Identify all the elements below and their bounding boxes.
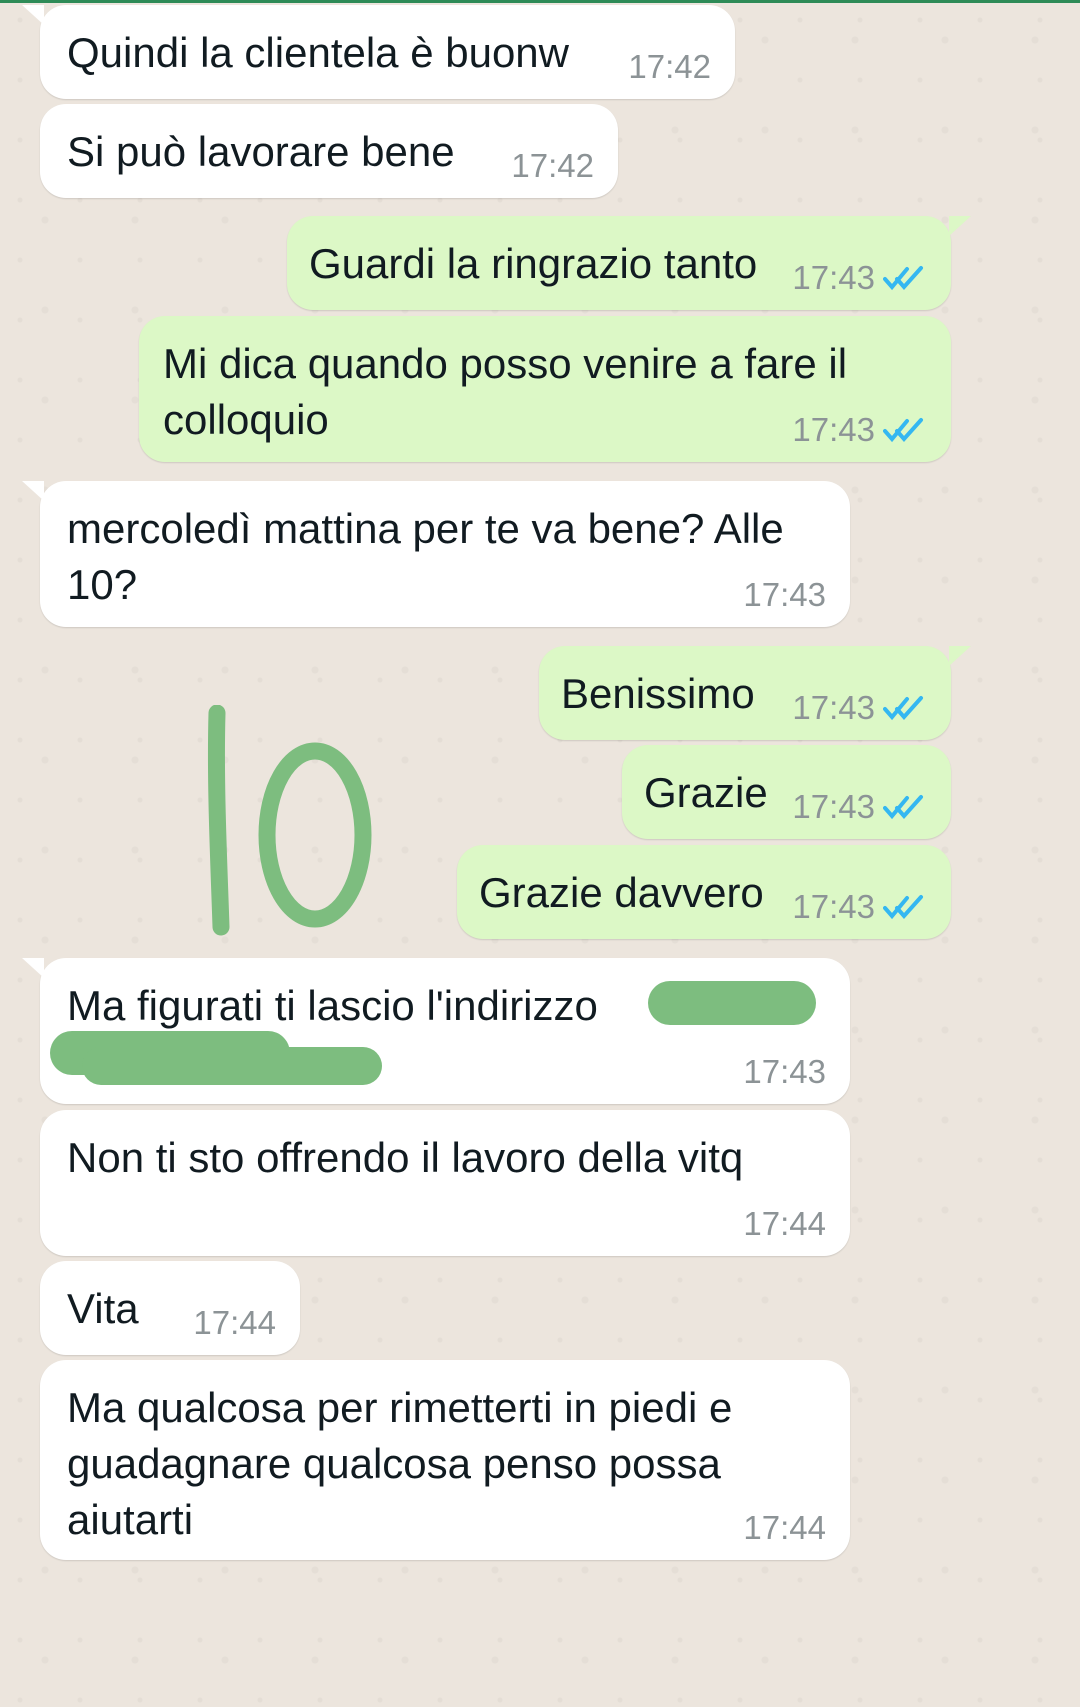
incoming-message[interactable]: Quindi la clientela è buonw 17:42	[22, 5, 735, 99]
double-check-read-icon	[883, 695, 927, 721]
double-check-read-icon	[883, 794, 927, 820]
message-text: Non ti sto offrendo il lavoro della vitq	[67, 1134, 744, 1181]
message-meta: 17:42	[628, 47, 711, 87]
message-time: 17:44	[193, 1304, 276, 1341]
message-meta: 17:44	[193, 1303, 276, 1343]
message-meta: 17:43	[792, 688, 927, 728]
double-check-read-icon	[883, 894, 927, 920]
message-text: Quindi la clientela è buonw	[67, 29, 569, 76]
message-time: 17:44	[743, 1509, 826, 1546]
outgoing-message[interactable]: Benissimo 17:43	[539, 646, 971, 740]
redaction-scribble	[648, 981, 816, 1025]
incoming-message[interactable]: Non ti sto offrendo il lavoro della vitq…	[40, 1110, 850, 1256]
incoming-message[interactable]: Si può lavorare bene 17:42	[40, 104, 618, 198]
outgoing-message[interactable]: Guardi la ringrazio tanto 17:43	[287, 216, 971, 310]
message-meta: 17:43	[743, 575, 826, 615]
message-text: Ma qualcosa per rimetterti in piedi e gu…	[67, 1384, 733, 1543]
incoming-message[interactable]: mercoledì mattina per te va bene? Alle 1…	[22, 481, 850, 627]
message-text: Mi dica quando posso venire a fare il co…	[163, 340, 848, 443]
redaction-scribble	[82, 1047, 382, 1085]
outgoing-message[interactable]: Grazie davvero 17:43	[457, 845, 951, 939]
message-time: 17:43	[792, 689, 875, 726]
message-time: 17:42	[511, 147, 594, 184]
message-time: 17:43	[792, 888, 875, 925]
message-time: 17:43	[743, 1053, 826, 1090]
message-text: Benissimo	[561, 670, 755, 717]
message-text: Grazie	[644, 769, 768, 816]
message-meta: 17:44	[743, 1508, 826, 1548]
handwritten-ten-annotation	[205, 704, 380, 940]
message-text: mercoledì mattina per te va bene? Alle 1…	[67, 505, 784, 608]
message-meta: 17:43	[792, 887, 927, 927]
top-accent-line	[0, 0, 1080, 3]
message-meta: 17:43	[792, 258, 927, 298]
message-text: Guardi la ringrazio tanto	[309, 240, 758, 287]
message-time: 17:42	[628, 48, 711, 85]
message-text: Vita	[67, 1285, 139, 1332]
message-meta: 17:43	[792, 787, 927, 827]
outgoing-message[interactable]: Mi dica quando posso venire a fare il co…	[139, 316, 951, 462]
message-meta: 17:43	[792, 410, 927, 450]
message-meta: 17:44	[743, 1204, 826, 1244]
message-time: 17:43	[792, 259, 875, 296]
message-text: Ma figurati ti lascio l'indirizzo	[67, 982, 598, 1029]
outgoing-message[interactable]: Grazie 17:43	[622, 745, 951, 839]
message-time: 17:43	[743, 576, 826, 613]
incoming-message[interactable]: Ma qualcosa per rimetterti in piedi e gu…	[40, 1360, 850, 1560]
double-check-read-icon	[883, 417, 927, 443]
message-text: Grazie davvero	[479, 869, 764, 916]
message-time: 17:43	[792, 411, 875, 448]
message-text: Si può lavorare bene	[67, 128, 455, 175]
message-meta: 17:43	[743, 1052, 826, 1092]
message-time: 17:43	[792, 788, 875, 825]
message-meta: 17:42	[511, 146, 594, 186]
incoming-message[interactable]: Vita 17:44	[40, 1261, 300, 1355]
double-check-read-icon	[883, 265, 927, 291]
message-time: 17:44	[743, 1205, 826, 1242]
